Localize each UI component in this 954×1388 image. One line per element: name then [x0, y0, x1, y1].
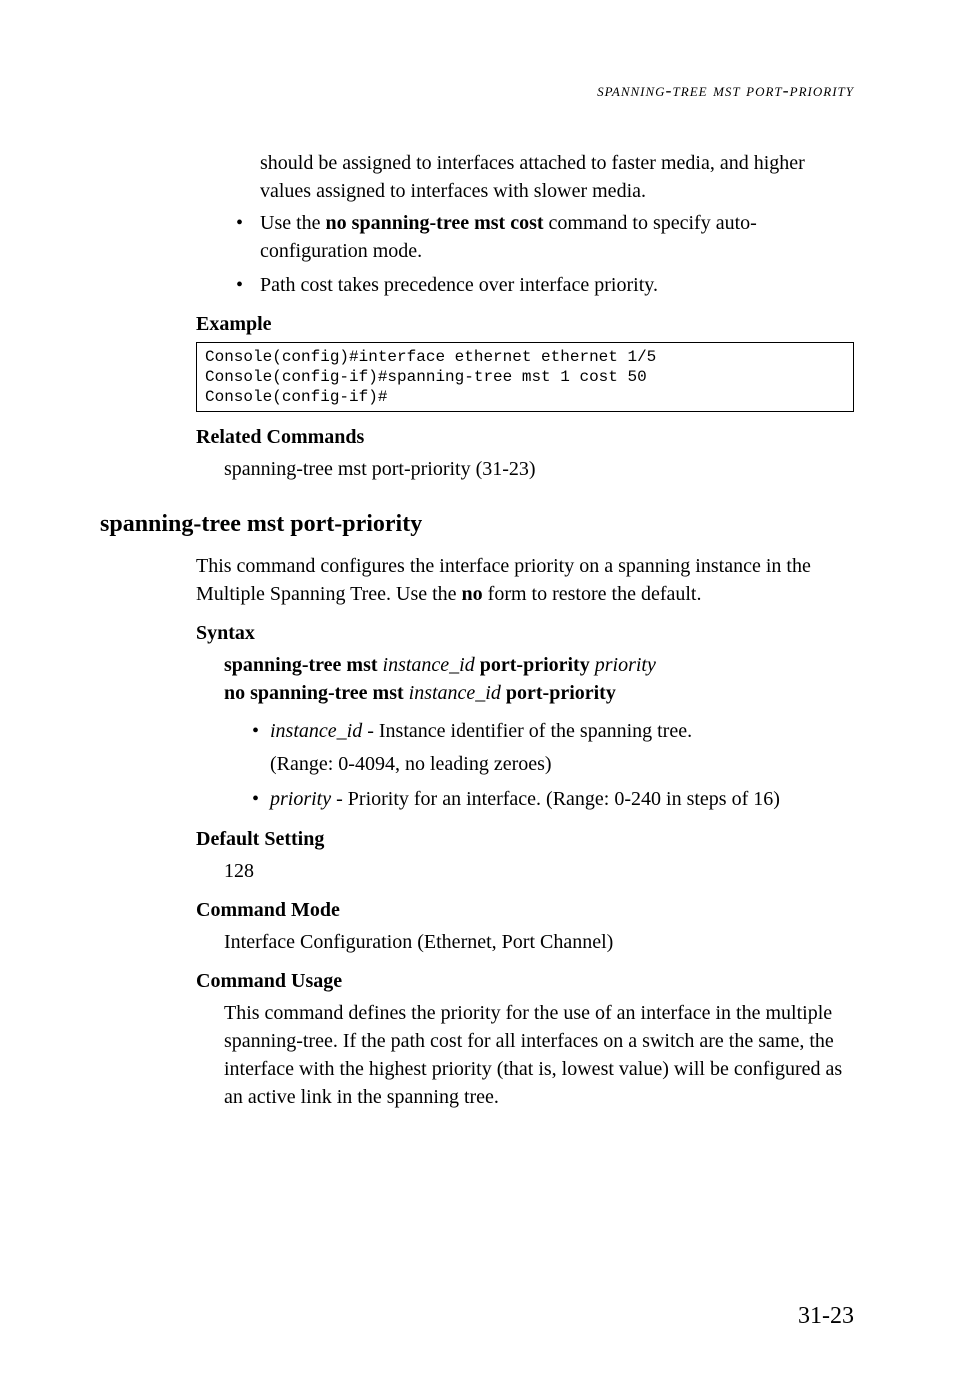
syntax-block: spanning-tree mst instance_id port-prior… — [196, 651, 854, 707]
bold-text: spanning-tree mst — [224, 654, 383, 676]
italic-text: instance_id — [270, 720, 362, 742]
text: Use the — [260, 212, 326, 234]
bold-text: port-priority — [475, 654, 595, 676]
sub-text: (Range: 0-4094, no leading zeroes) — [270, 750, 854, 779]
command-usage-paragraph: This command defines the priority for th… — [196, 999, 854, 1111]
bold-text: no — [462, 583, 483, 605]
page-number: 31-23 — [798, 1303, 854, 1330]
syntax-line: no spanning-tree mst instance_id port-pr… — [224, 679, 854, 707]
section-body: This command configures the interface pr… — [100, 552, 854, 1111]
italic-text: instance_id — [383, 654, 475, 676]
syntax-bullet-list: instance_id - Instance identifier of the… — [196, 717, 854, 814]
bold-text: port-priority — [501, 682, 616, 704]
bold-text: no spanning-tree mst cost — [326, 212, 544, 234]
syntax-line: spanning-tree mst instance_id port-prior… — [224, 651, 854, 679]
command-mode-value: Interface Configuration (Ethernet, Port … — [196, 928, 854, 956]
italic-text: instance_id — [409, 682, 501, 704]
running-head: spanning-tree mst port-priority — [100, 80, 854, 101]
body-content: should be assigned to interfaces attache… — [100, 149, 854, 483]
bullet-item: priority - Priority for an interface. (R… — [252, 785, 854, 814]
related-command-line: spanning-tree mst port-priority (31-23) — [196, 455, 854, 483]
italic-text: priority — [270, 788, 331, 810]
default-setting-heading: Default Setting — [196, 828, 854, 851]
command-usage-heading: Command Usage — [196, 970, 854, 993]
code-example: Console(config)#interface ethernet ether… — [196, 342, 854, 412]
related-commands-heading: Related Commands — [196, 426, 854, 449]
text: form to restore the default. — [483, 583, 702, 605]
section-heading: spanning-tree mst port-priority — [100, 511, 854, 538]
default-setting-value: 128 — [196, 857, 854, 885]
bullet-item: instance_id - Instance identifier of the… — [252, 717, 854, 779]
section-paragraph: This command configures the interface pr… — [196, 552, 854, 608]
command-mode-heading: Command Mode — [196, 899, 854, 922]
italic-text: priority — [595, 654, 656, 676]
bullet-item: Path cost takes precedence over interfac… — [236, 271, 854, 299]
intro-paragraph: should be assigned to interfaces attache… — [196, 149, 854, 205]
top-bullet-list: Use the no spanning-tree mst cost comman… — [196, 209, 854, 299]
bullet-item: Use the no spanning-tree mst cost comman… — [236, 209, 854, 265]
bold-text: no spanning-tree mst — [224, 682, 409, 704]
text: - Priority for an interface. (Range: 0-2… — [331, 788, 780, 810]
example-heading: Example — [196, 313, 854, 336]
text: - Instance identifier of the spanning tr… — [362, 720, 692, 742]
syntax-heading: Syntax — [196, 622, 854, 645]
